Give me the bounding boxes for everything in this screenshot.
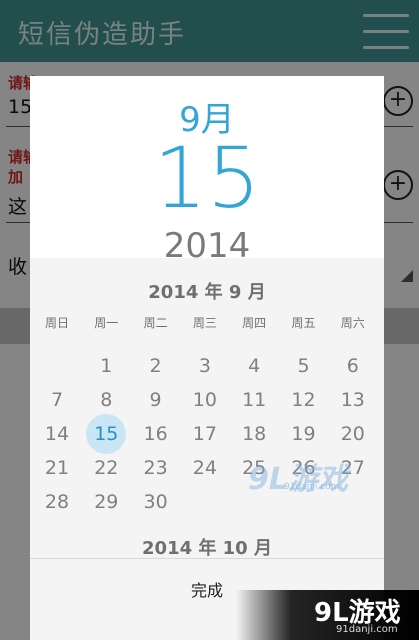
calendar-day[interactable]: 4: [234, 350, 274, 382]
next-month-title: 2014 年 10 月: [142, 538, 272, 559]
calendar-day[interactable]: 14: [37, 418, 77, 450]
watermark-url: 91danji.com: [284, 482, 340, 492]
weekday-header: 周日: [44, 316, 69, 330]
calendar-day[interactable]: 29: [86, 486, 126, 518]
calendar-day[interactable]: 23: [136, 452, 176, 484]
calendar-day[interactable]: 24: [185, 452, 225, 484]
calendar-day[interactable]: 1: [86, 350, 126, 382]
calendar-day[interactable]: 6: [333, 350, 373, 382]
weekday-header: 周六: [340, 316, 365, 330]
weekday-header: 周一: [94, 316, 119, 330]
calendar-day[interactable]: 22: [86, 452, 126, 484]
calendar-day[interactable]: 12: [284, 384, 324, 416]
calendar-day[interactable]: 20: [333, 418, 373, 450]
calendar-month-title: 2014 年 9 月: [148, 282, 266, 303]
date-header: 9月 15 2014: [30, 76, 384, 266]
calendar-day[interactable]: 19: [284, 418, 324, 450]
weekday-header: 周三: [192, 316, 217, 330]
calendar-day[interactable]: 16: [136, 418, 176, 450]
weekday-header: 周五: [291, 316, 316, 330]
calendar-day[interactable]: 28: [37, 486, 77, 518]
calendar-day[interactable]: 10: [185, 384, 225, 416]
weekday-header: 周二: [143, 316, 168, 330]
calendar-day[interactable]: 30: [136, 486, 176, 518]
selected-day[interactable]: 15: [86, 418, 126, 450]
weekday-header: 周四: [242, 316, 267, 330]
calendar-day[interactable]: 18: [234, 418, 274, 450]
header-day[interactable]: 15: [30, 132, 384, 224]
calendar-view[interactable]: 2014 年 9 月 周日 周一 周二 周三 周四 周五 周六 1 2 3 4 5 6 7 8 9 10 11 12…: [30, 258, 384, 558]
calendar-day[interactable]: 7: [37, 384, 77, 416]
calendar-day[interactable]: 9: [136, 384, 176, 416]
calendar-day[interactable]: 2: [136, 350, 176, 382]
calendar-day[interactable]: 13: [333, 384, 373, 416]
calendar-day[interactable]: 8: [86, 384, 126, 416]
calendar-day[interactable]: 5: [284, 350, 324, 382]
calendar-day[interactable]: 17: [185, 418, 225, 450]
date-picker-dialog: 9月 15 2014 2014 年 9 月 周日 周一 周二 周三 周四 周五 周六 1 2 3 4…: [30, 76, 384, 640]
corner-watermark-url: 91danji.com: [336, 624, 398, 635]
calendar-day[interactable]: 3: [185, 350, 225, 382]
calendar-day[interactable]: 21: [37, 452, 77, 484]
corner-watermark: 9L游戏 91danji.com: [236, 590, 419, 640]
calendar-day[interactable]: 11: [234, 384, 274, 416]
